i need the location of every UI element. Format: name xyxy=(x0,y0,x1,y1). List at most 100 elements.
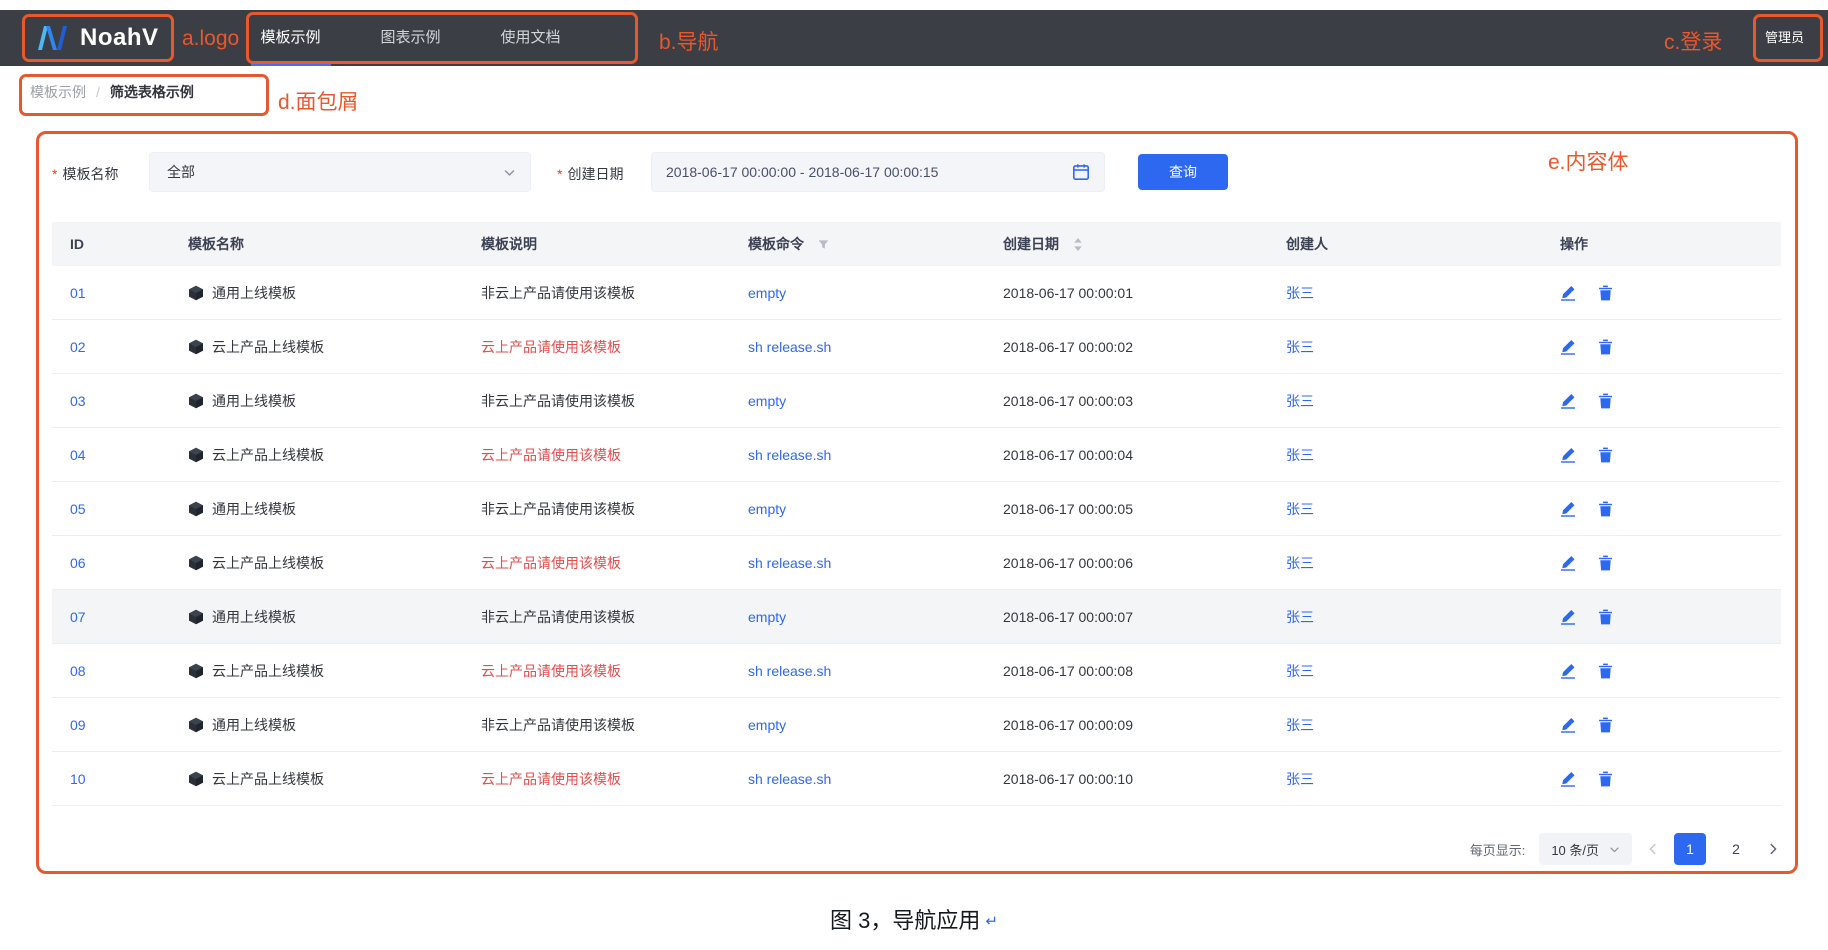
delete-icon[interactable] xyxy=(1598,393,1613,409)
page-button-1[interactable]: 1 xyxy=(1674,833,1706,865)
page: NoahV 模板示例 图表示例 使用文档 管理员 模板示例 / 筛选表格示例 *… xyxy=(0,0,1828,950)
table-row: 02 云上产品上线模板 云上产品请使用该模板 sh release.sh 201… xyxy=(52,320,1781,374)
delete-icon[interactable] xyxy=(1598,663,1613,679)
delete-icon[interactable] xyxy=(1598,339,1613,355)
create-date: 2018-06-17 00:00:09 xyxy=(1003,716,1133,733)
creator-link[interactable]: 张三 xyxy=(1286,715,1314,735)
row-id-link[interactable]: 07 xyxy=(70,609,86,625)
row-id-link[interactable]: 09 xyxy=(70,717,86,733)
creator-link[interactable]: 张三 xyxy=(1286,283,1314,303)
col-create-date: 创建日期 xyxy=(985,234,1268,254)
create-date: 2018-06-17 00:00:08 xyxy=(1003,662,1133,679)
next-page-icon[interactable] xyxy=(1766,842,1780,856)
chevron-down-icon xyxy=(1609,844,1620,855)
col-template-cmd: 模板命令 xyxy=(730,234,985,254)
template-name-select-value: 全部 xyxy=(167,164,195,180)
delete-icon[interactable] xyxy=(1598,717,1613,733)
delete-icon[interactable] xyxy=(1598,771,1613,787)
nav-item-template-demo[interactable]: 模板示例 xyxy=(231,10,351,66)
template-cmd-link[interactable]: sh release.sh xyxy=(748,771,831,787)
breadcrumb-item-current: 筛选表格示例 xyxy=(109,84,194,100)
brand-logo[interactable]: NoahV xyxy=(36,24,159,52)
edit-icon[interactable] xyxy=(1560,393,1576,409)
cube-icon xyxy=(188,447,204,463)
row-id-link[interactable]: 03 xyxy=(70,393,86,409)
template-cmd-link[interactable]: sh release.sh xyxy=(748,339,831,355)
breadcrumb-item-parent[interactable]: 模板示例 xyxy=(30,82,86,102)
template-cmd-link[interactable]: empty xyxy=(748,609,786,625)
creator-link[interactable]: 张三 xyxy=(1286,337,1314,357)
cube-icon xyxy=(188,663,204,679)
row-id-link[interactable]: 08 xyxy=(70,663,86,679)
creator-link[interactable]: 张三 xyxy=(1286,607,1314,627)
calendar-icon xyxy=(1072,163,1090,181)
col-template-desc: 模板说明 xyxy=(481,236,537,252)
template-name: 云上产品上线模板 xyxy=(212,662,324,679)
creator-link[interactable]: 张三 xyxy=(1286,445,1314,465)
filter-funnel-icon[interactable] xyxy=(818,239,829,250)
user-menu[interactable]: 管理员 xyxy=(1765,10,1804,66)
create-date-label: * 创建日期 xyxy=(557,166,624,182)
create-date: 2018-06-17 00:00:05 xyxy=(1003,500,1133,517)
edit-icon[interactable] xyxy=(1560,339,1576,355)
edit-icon[interactable] xyxy=(1560,447,1576,463)
template-cmd-link[interactable]: empty xyxy=(748,501,786,517)
template-name: 云上产品上线模板 xyxy=(212,770,324,787)
creator-link[interactable]: 张三 xyxy=(1286,553,1314,573)
row-id-link[interactable]: 10 xyxy=(70,771,86,787)
delete-icon[interactable] xyxy=(1598,555,1613,571)
edit-icon[interactable] xyxy=(1560,609,1576,625)
template-cmd-link[interactable]: empty xyxy=(748,393,786,409)
search-button[interactable]: 查询 xyxy=(1138,154,1228,190)
sort-icon[interactable] xyxy=(1073,237,1083,252)
brand-name: NoahV xyxy=(80,24,159,51)
template-desc: 云上产品请使用该模板 xyxy=(481,338,621,355)
page-size-value: 10 条/页 xyxy=(1551,842,1599,858)
page-size-label: 每页显示: xyxy=(1469,842,1526,858)
pagination: 每页显示: 10 条/页 1 2 xyxy=(1470,827,1780,871)
edit-icon[interactable] xyxy=(1560,663,1576,679)
row-id-link[interactable]: 04 xyxy=(70,447,86,463)
page-size-select[interactable]: 10 条/页 xyxy=(1539,833,1632,865)
date-range-input[interactable]: 2018-06-17 00:00:00 - 2018-06-17 00:00:1… xyxy=(651,152,1105,192)
prev-page-icon[interactable] xyxy=(1646,842,1660,856)
table-row: 09 通用上线模板 非云上产品请使用该模板 empty 2018-06-17 0… xyxy=(52,698,1781,752)
template-name-select[interactable]: 全部 xyxy=(149,152,531,192)
delete-icon[interactable] xyxy=(1598,501,1613,517)
template-cmd-link[interactable]: empty xyxy=(748,285,786,301)
nav-item-docs[interactable]: 使用文档 xyxy=(471,10,591,66)
row-id-link[interactable]: 06 xyxy=(70,555,86,571)
edit-icon[interactable] xyxy=(1560,717,1576,733)
edit-icon[interactable] xyxy=(1560,555,1576,571)
col-creator: 创建人 xyxy=(1286,236,1328,252)
edit-icon[interactable] xyxy=(1560,771,1576,787)
creator-link[interactable]: 张三 xyxy=(1286,769,1314,789)
creator-link[interactable]: 张三 xyxy=(1286,499,1314,519)
breadcrumb-separator: / xyxy=(96,84,100,100)
template-cmd-link[interactable]: sh release.sh xyxy=(748,663,831,679)
table-row: 10 云上产品上线模板 云上产品请使用该模板 sh release.sh 201… xyxy=(52,752,1781,806)
template-cmd-link[interactable]: empty xyxy=(748,717,786,733)
delete-icon[interactable] xyxy=(1598,285,1613,301)
template-name: 云上产品上线模板 xyxy=(212,554,324,571)
page-button-2[interactable]: 2 xyxy=(1720,833,1752,865)
row-id-link[interactable]: 05 xyxy=(70,501,86,517)
creator-link[interactable]: 张三 xyxy=(1286,661,1314,681)
creator-link[interactable]: 张三 xyxy=(1286,391,1314,411)
template-desc: 云上产品请使用该模板 xyxy=(481,770,621,787)
col-id: ID xyxy=(70,236,84,252)
col-actions: 操作 xyxy=(1560,236,1588,252)
row-id-link[interactable]: 02 xyxy=(70,339,86,355)
row-id-link[interactable]: 01 xyxy=(70,285,86,301)
edit-icon[interactable] xyxy=(1560,501,1576,517)
template-cmd-link[interactable]: sh release.sh xyxy=(748,555,831,571)
edit-icon[interactable] xyxy=(1560,285,1576,301)
template-name: 通用上线模板 xyxy=(212,392,296,409)
template-cmd-link[interactable]: sh release.sh xyxy=(748,447,831,463)
required-marker: * xyxy=(557,166,563,182)
nav-item-chart-demo[interactable]: 图表示例 xyxy=(351,10,471,66)
table-row: 01 通用上线模板 非云上产品请使用该模板 empty 2018-06-17 0… xyxy=(52,266,1781,320)
delete-icon[interactable] xyxy=(1598,609,1613,625)
template-desc: 云上产品请使用该模板 xyxy=(481,662,621,679)
delete-icon[interactable] xyxy=(1598,447,1613,463)
